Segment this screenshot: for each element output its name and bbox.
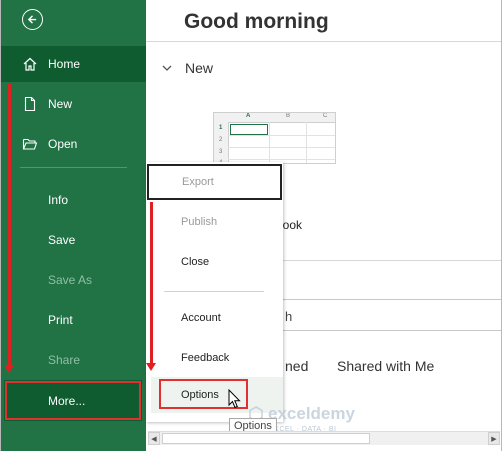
home-icon bbox=[23, 57, 37, 71]
column-label: C bbox=[323, 113, 328, 119]
menu-divider bbox=[164, 291, 264, 292]
mouse-cursor-icon bbox=[228, 389, 241, 409]
triangle-right-icon: ▶ bbox=[491, 435, 497, 443]
scroll-right-button[interactable]: ▶ bbox=[488, 432, 500, 445]
new-section-toggle[interactable]: New bbox=[161, 60, 213, 76]
blank-workbook-thumbnail[interactable]: A B C 1 2 3 4 bbox=[213, 112, 336, 164]
menu-item-close[interactable]: Close bbox=[146, 244, 283, 280]
more-menu: Export Publish Close Account Feedback Op… bbox=[146, 162, 283, 422]
new-document-icon bbox=[24, 96, 36, 112]
annotation-arrow bbox=[146, 202, 156, 371]
menu-item-label: Publish bbox=[181, 216, 218, 228]
back-button[interactable] bbox=[22, 9, 43, 30]
selected-cell bbox=[230, 124, 268, 135]
watermark-text: exceldemy bbox=[268, 404, 355, 423]
sidebar-item-save[interactable]: Save bbox=[1, 222, 146, 258]
menu-item-publish: Publish bbox=[146, 204, 283, 240]
sidebar-item-label: Print bbox=[48, 313, 73, 327]
sidebar-item-info[interactable]: Info bbox=[1, 182, 146, 218]
annotation-arrow bbox=[4, 84, 14, 373]
tab-shared-with-me[interactable]: Shared with Me bbox=[337, 358, 434, 374]
sidebar-item-more[interactable]: More... bbox=[4, 380, 142, 421]
folder-open-icon bbox=[22, 138, 38, 150]
column-header: A B C bbox=[214, 113, 335, 123]
section-divider bbox=[283, 260, 501, 261]
scroll-left-button[interactable]: ◀ bbox=[148, 432, 160, 445]
menu-item-export: Export bbox=[147, 164, 282, 200]
backstage-sidebar: Home New Open Info Save Save As Print Sh… bbox=[1, 0, 146, 451]
sidebar-item-label: Home bbox=[48, 57, 81, 71]
row-label: 1 bbox=[219, 125, 223, 131]
menu-item-label: Feedback bbox=[181, 352, 230, 364]
horizontal-scrollbar[interactable]: ◀ ▶ bbox=[148, 431, 500, 445]
sidebar-item-home[interactable]: Home bbox=[1, 46, 146, 82]
sidebar-item-label: Info bbox=[48, 193, 69, 207]
row-label: 3 bbox=[219, 149, 223, 155]
row-header: 1 2 3 4 bbox=[214, 122, 229, 163]
sidebar-item-save-as: Save As bbox=[1, 262, 146, 298]
triangle-left-icon: ◀ bbox=[151, 435, 157, 443]
menu-item-label: Account bbox=[181, 312, 221, 324]
menu-item-feedback[interactable]: Feedback bbox=[146, 340, 283, 376]
sidebar-item-label: More... bbox=[48, 393, 86, 408]
search-box-bottom bbox=[283, 330, 501, 331]
arrow-left-icon bbox=[27, 15, 37, 24]
menu-item-label: Export bbox=[182, 176, 214, 188]
header-divider bbox=[146, 41, 501, 42]
sidebar-item-label: Open bbox=[48, 137, 78, 151]
column-label: A bbox=[246, 113, 251, 119]
sidebar-item-print[interactable]: Print bbox=[1, 302, 146, 338]
sidebar-item-new[interactable]: New bbox=[1, 86, 146, 122]
menu-item-account[interactable]: Account bbox=[146, 300, 283, 336]
sidebar-item-label: Save As bbox=[48, 273, 93, 287]
row-label: 2 bbox=[219, 137, 223, 143]
chevron-down-icon bbox=[162, 65, 172, 71]
menu-item-label: Options bbox=[181, 389, 219, 401]
sidebar-divider bbox=[20, 167, 127, 168]
excel-backstage-window: Home New Open Info Save Save As Print Sh… bbox=[0, 0, 502, 451]
scrollbar-thumb[interactable] bbox=[162, 433, 370, 444]
search-input[interactable]: h bbox=[285, 309, 292, 324]
menu-item-label: Close bbox=[181, 256, 210, 268]
page-title: Good morning bbox=[184, 10, 329, 33]
tab-pinned[interactable]: ned bbox=[285, 358, 308, 374]
column-label: B bbox=[286, 113, 291, 119]
sidebar-item-label: Share bbox=[48, 353, 81, 367]
sidebar-item-share: Share bbox=[1, 342, 146, 378]
section-title: New bbox=[185, 60, 214, 76]
search-box-top bbox=[283, 299, 501, 300]
sidebar-item-open[interactable]: Open bbox=[1, 126, 146, 162]
sidebar-item-label: New bbox=[48, 97, 73, 111]
sidebar-item-label: Save bbox=[48, 233, 76, 247]
